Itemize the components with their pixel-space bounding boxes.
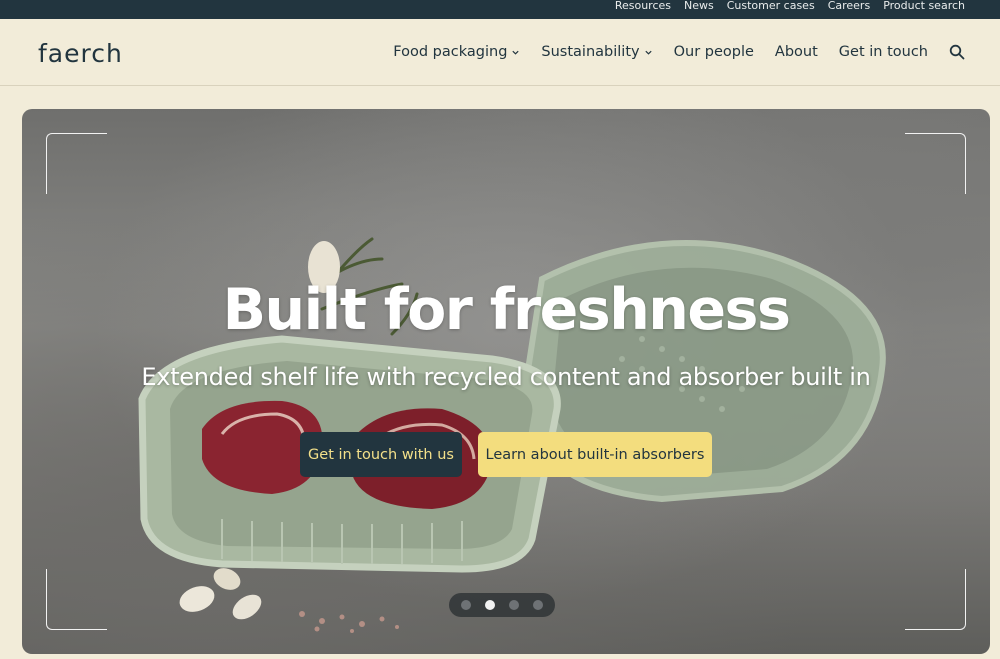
carousel-dot-active[interactable] <box>485 600 495 610</box>
utility-link-customer-cases[interactable]: Customer cases <box>727 0 815 11</box>
chevron-down-icon <box>512 50 520 55</box>
learn-absorbers-button[interactable]: Learn about built-in absorbers <box>478 432 712 477</box>
main-nav: Food packaging Sustainability Our people… <box>393 19 965 85</box>
utility-bar: Resources News Customer cases Careers Pr… <box>0 0 1000 19</box>
site-header: faerch Food packaging Sustainability Our… <box>0 19 1000 86</box>
utility-link-careers[interactable]: Careers <box>828 0 871 11</box>
frame-corner <box>905 133 966 194</box>
frame-corner <box>46 133 107 194</box>
nav-item-our-people[interactable]: Our people <box>674 44 754 60</box>
nav-item-label: Get in touch <box>838 44 928 60</box>
hero-subtitle: Extended shelf life with recycled conten… <box>141 363 871 391</box>
get-in-touch-button[interactable]: Get in touch with us <box>300 432 462 477</box>
chevron-down-icon <box>644 50 652 55</box>
nav-item-label: Our people <box>673 44 754 60</box>
faerch-logo[interactable]: faerch <box>38 39 123 68</box>
carousel-dot[interactable] <box>533 600 543 610</box>
search-icon[interactable] <box>949 44 965 60</box>
carousel-dot[interactable] <box>509 600 519 610</box>
carousel-dot[interactable] <box>461 600 471 610</box>
utility-link-news[interactable]: News <box>684 0 714 11</box>
nav-item-label: About <box>774 44 818 60</box>
nav-item-label: Food packaging <box>393 44 508 60</box>
carousel-indicator <box>449 593 555 617</box>
utility-link-resources[interactable]: Resources <box>615 0 671 11</box>
nav-item-about[interactable]: About <box>775 44 818 60</box>
nav-item-sustainability[interactable]: Sustainability <box>541 44 652 60</box>
hero-banner: Built for freshness Extended shelf life … <box>22 109 990 654</box>
nav-item-food-packaging[interactable]: Food packaging <box>393 44 520 60</box>
frame-corner <box>905 569 966 630</box>
frame-corner <box>46 569 107 630</box>
nav-item-get-in-touch[interactable]: Get in touch <box>839 44 928 60</box>
utility-link-product-search[interactable]: Product search <box>883 0 965 11</box>
nav-item-label: Sustainability <box>541 44 640 60</box>
hero-title: Built for freshness <box>222 277 791 343</box>
